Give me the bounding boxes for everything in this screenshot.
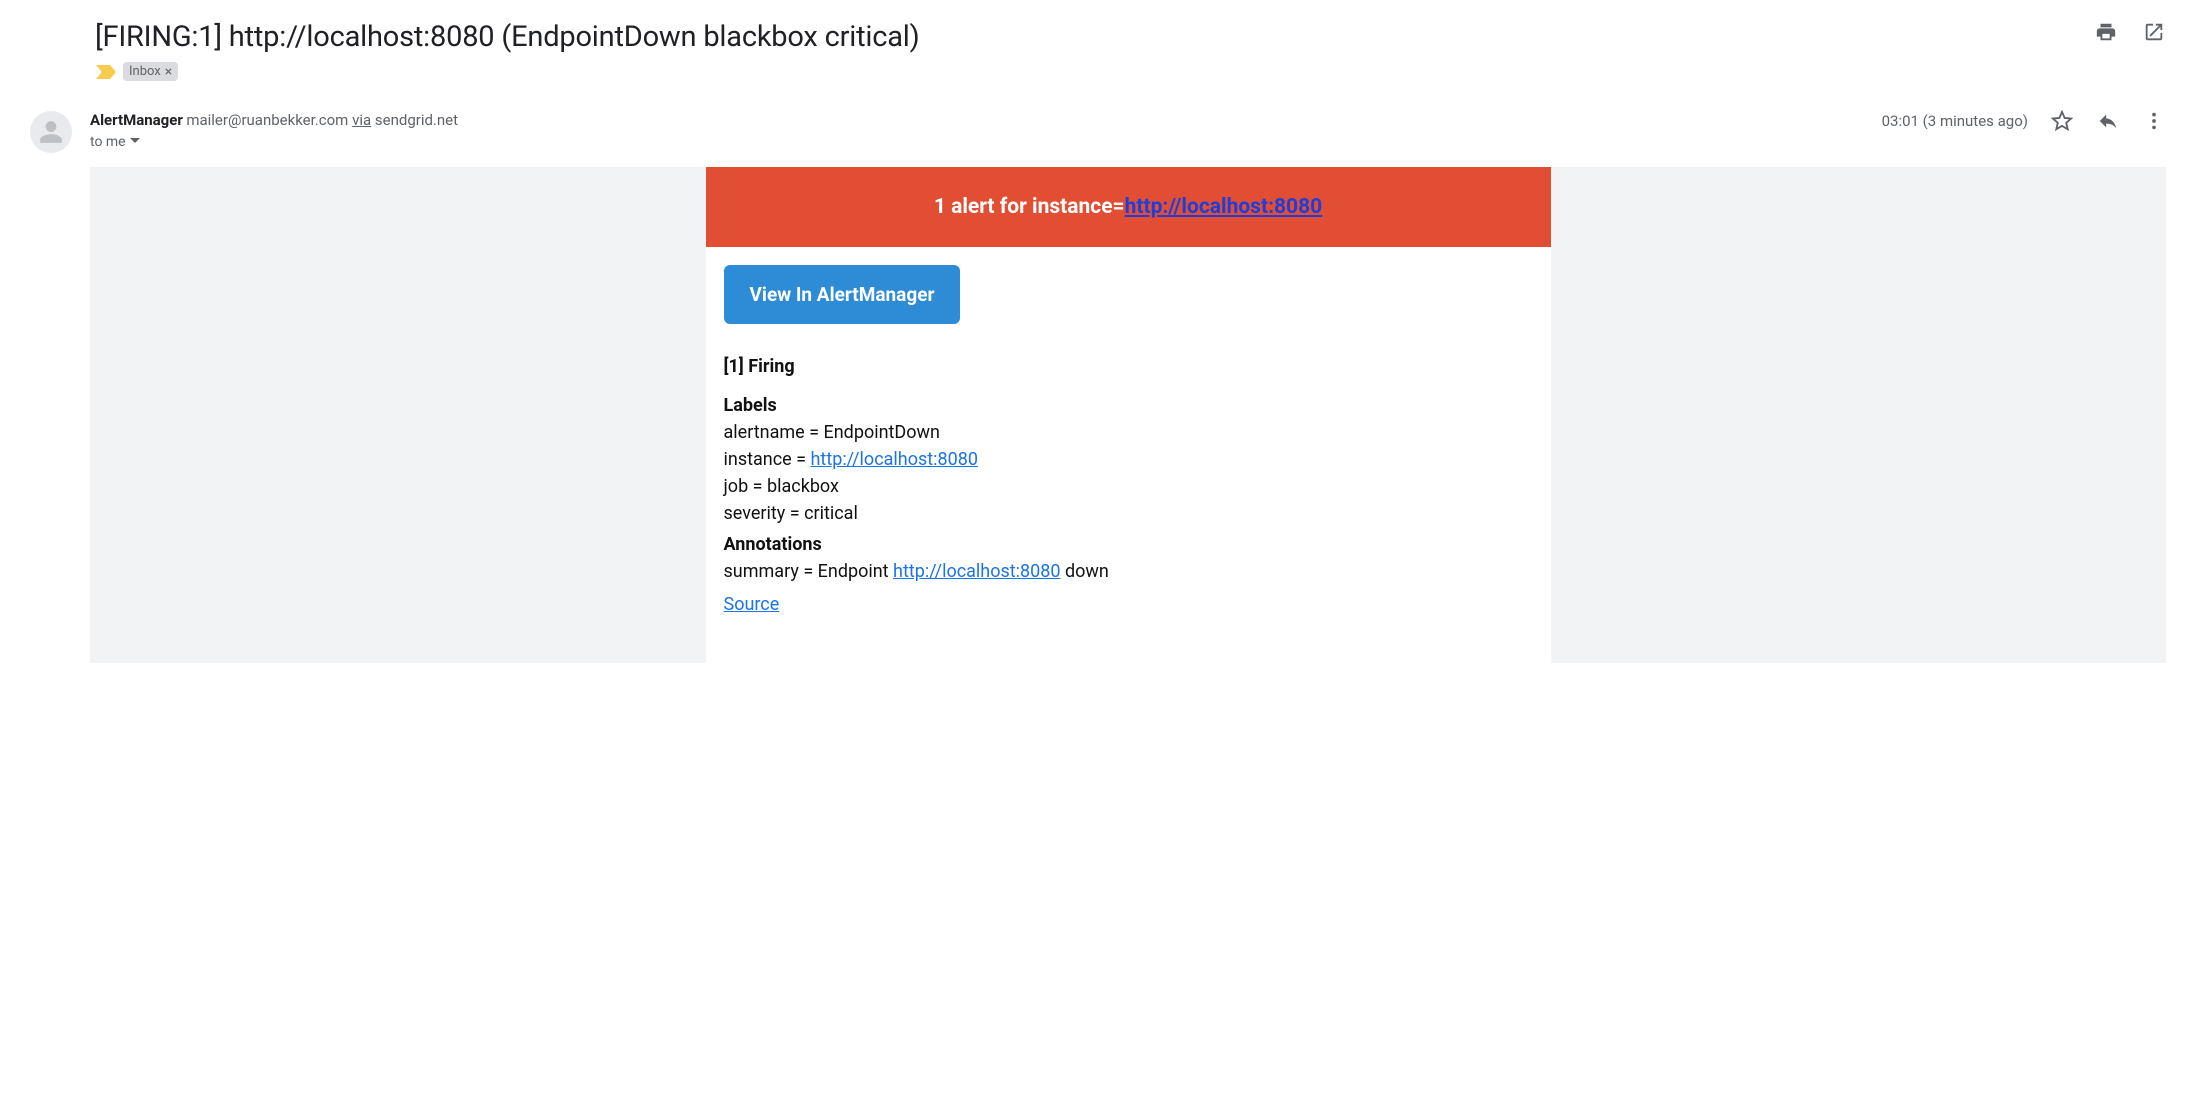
print-icon[interactable] <box>2094 20 2118 44</box>
timestamp: 03:01 (3 minutes ago) <box>1882 112 2028 130</box>
email-subject: [FIRING:1] http://localhost:8080 (Endpoi… <box>95 20 920 54</box>
header-actions <box>2094 20 2166 44</box>
annotation-summary: summary = Endpoint http://localhost:8080… <box>724 561 1533 582</box>
alert-header-prefix: 1 alert for instance= <box>934 195 1125 219</box>
label-alertname: alertname = EndpointDown <box>724 422 1533 443</box>
to-me-text: to me <box>90 132 126 153</box>
close-icon[interactable]: × <box>165 65 172 79</box>
view-in-alertmanager-button[interactable]: View In AlertManager <box>724 265 961 324</box>
summary-link[interactable]: http://localhost:8080 <box>893 561 1060 582</box>
alert-card: 1 alert for instance=http://localhost:80… <box>706 167 1551 663</box>
importance-marker-icon[interactable] <box>95 64 117 80</box>
open-in-new-icon[interactable] <box>2142 20 2166 44</box>
reply-icon[interactable] <box>2096 109 2120 133</box>
alert-header: 1 alert for instance=http://localhost:80… <box>706 167 1551 247</box>
star-icon[interactable] <box>2050 109 2074 133</box>
inbox-label-text: Inbox <box>129 64 161 79</box>
sender-email: mailer@ruanbekker.com <box>186 111 348 129</box>
via-domain: sendgrid.net <box>375 111 458 129</box>
avatar <box>30 111 72 153</box>
label-severity: severity = critical <box>724 503 1533 524</box>
email-body: 1 alert for instance=http://localhost:80… <box>90 167 2166 663</box>
chevron-down-icon[interactable] <box>130 132 140 153</box>
instance-link[interactable]: http://localhost:8080 <box>811 449 978 470</box>
label-job: job = blackbox <box>724 476 1533 497</box>
via-word: via <box>352 111 371 129</box>
more-vert-icon[interactable] <box>2142 109 2166 133</box>
sender-line: AlertManager mailer@ruanbekker.com via s… <box>90 109 458 132</box>
sender-name: AlertManager <box>90 111 183 129</box>
inbox-label-chip[interactable]: Inbox × <box>123 62 178 81</box>
recipient-line[interactable]: to me <box>90 132 458 153</box>
labels-heading: Labels <box>724 395 1533 416</box>
alert-header-link[interactable]: http://localhost:8080 <box>1125 195 1323 219</box>
annotations-heading: Annotations <box>724 534 1533 555</box>
firing-heading: [1] Firing <box>724 356 1533 377</box>
source-link[interactable]: Source <box>724 594 780 615</box>
label-instance: instance = http://localhost:8080 <box>724 449 1533 470</box>
